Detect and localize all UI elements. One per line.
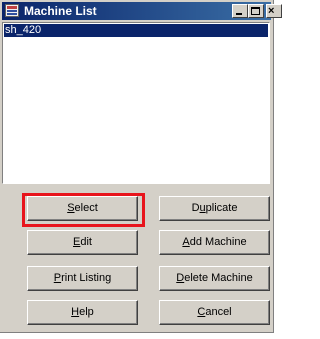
machine-list-window: Machine List × sh_420 Select Duplicate E… — [0, 0, 282, 333]
add-machine-button[interactable]: Add Machine — [159, 230, 270, 255]
minimize-button[interactable] — [232, 4, 248, 18]
help-button[interactable]: Help — [27, 300, 138, 325]
close-button[interactable]: × — [266, 4, 282, 18]
select-button[interactable]: Select — [27, 196, 138, 221]
maximize-button[interactable] — [248, 4, 264, 18]
minimize-icon — [236, 13, 242, 15]
delete-machine-button[interactable]: Delete Machine — [159, 266, 270, 291]
duplicate-button[interactable]: Duplicate — [159, 196, 270, 221]
list-item[interactable]: sh_420 — [4, 24, 268, 37]
machine-listbox[interactable]: sh_420 — [2, 22, 270, 184]
app-grid-icon[interactable] — [5, 4, 19, 17]
print-listing-button[interactable]: Print Listing — [27, 266, 138, 291]
title-bar[interactable]: Machine List × — [2, 2, 282, 20]
edit-button[interactable]: Edit — [27, 230, 138, 255]
cancel-button[interactable]: Cancel — [159, 300, 270, 325]
window-title: Machine List — [24, 4, 97, 18]
maximize-icon — [251, 7, 260, 15]
close-icon: × — [268, 5, 275, 17]
